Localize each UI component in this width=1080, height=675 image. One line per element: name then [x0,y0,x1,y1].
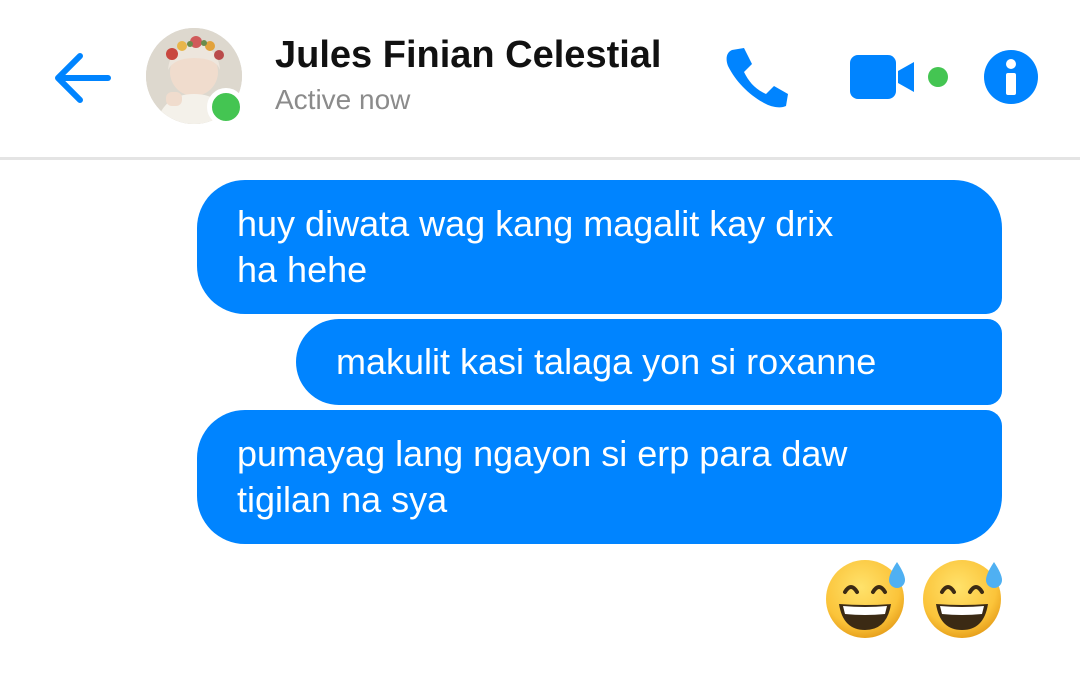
message-text: huy diwata wag kang magalit kay drix [237,203,834,244]
contact-name[interactable]: Jules Finian Celestial [275,34,661,77]
info-icon [984,50,1038,104]
video-camera-icon [850,55,914,99]
message-bubble[interactable]: pumayag lang ngayon si erp para daw tigi… [197,410,1002,544]
contact-avatar[interactable] [146,28,245,126]
back-button[interactable] [50,48,112,108]
phone-icon [726,48,788,108]
online-indicator [207,88,245,126]
video-call-button[interactable] [848,52,918,102]
info-button[interactable] [982,48,1040,106]
active-status: Active now [275,84,411,115]
video-active-indicator [928,67,948,87]
message-text: pumayag lang ngayon si erp para daw [237,433,848,474]
message-text: makulit kasi talaga yon si roxanne [336,341,877,382]
message-text: ha hehe [237,249,368,290]
message-bubble[interactable]: makulit kasi talaga yon si roxanne [296,319,1002,405]
arrow-left-icon [55,53,111,103]
chat-header: Jules Finian Celestial Active now [0,0,1080,160]
voice-call-button[interactable] [722,44,792,110]
grinning-face-with-sweat-icon[interactable] [823,554,909,640]
grinning-face-with-sweat-icon[interactable] [920,554,1006,640]
message-text: tigilan na sya [237,479,448,520]
message-bubble[interactable]: huy diwata wag kang magalit kay drix ha … [197,180,1002,314]
